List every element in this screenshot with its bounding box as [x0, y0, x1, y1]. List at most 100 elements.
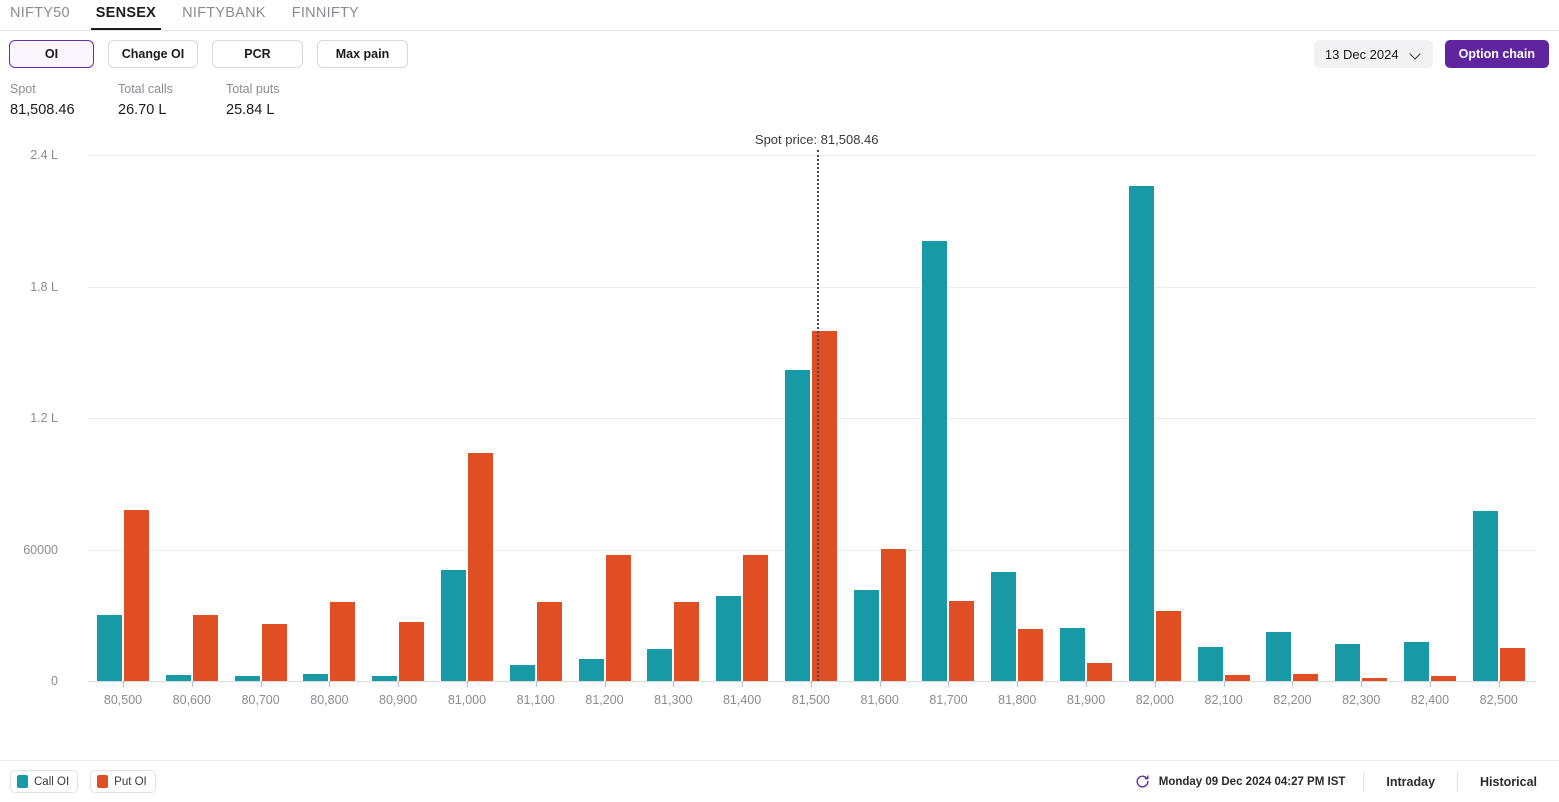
- mode-intraday[interactable]: Intraday: [1363, 771, 1457, 792]
- y-axis-tick-label: 60000: [23, 542, 58, 557]
- y-axis-tick-label: 1.8 L: [30, 279, 58, 294]
- metric-button-pcr[interactable]: PCR: [212, 40, 303, 68]
- bar-put-oi[interactable]: [192, 615, 218, 681]
- x-axis-tick: [1154, 681, 1156, 687]
- stat-total-calls: Total calls 26.70 L: [118, 81, 226, 120]
- chevron-down-icon: [1411, 49, 1422, 60]
- metric-button-max-pain[interactable]: Max pain: [317, 40, 408, 68]
- bar-put-oi[interactable]: [261, 624, 287, 681]
- bar-put-oi[interactable]: [330, 602, 356, 681]
- bar-put-oi[interactable]: [536, 602, 562, 681]
- y-axis-tick-label: 1.2 L: [30, 411, 58, 425]
- bar-call-oi[interactable]: [1266, 631, 1292, 681]
- x-axis-tick-label: 80,700: [241, 693, 280, 707]
- x-axis-tick: [329, 681, 331, 687]
- x-axis-tick-label: 82,300: [1342, 693, 1381, 707]
- legend-color-swatch: [17, 775, 28, 788]
- x-axis-tick-label: 81,900: [1066, 693, 1106, 707]
- bar-put-oi[interactable]: [467, 453, 493, 681]
- chart-footer: Call OI Put OI Monday 09 Dec 2024 04:27 P…: [0, 760, 1559, 802]
- bar-call-oi[interactable]: [234, 675, 260, 681]
- bar-call-oi[interactable]: [1335, 643, 1361, 681]
- legend-item-call-oi[interactable]: Call OI: [10, 770, 79, 793]
- bar-put-oi[interactable]: [674, 602, 700, 681]
- option-chain-oi-page: NIFTY50 SENSEX NIFTYBANK FINNIFTY OI Change …: [0, 0, 1559, 802]
- x-axis-tick: [810, 681, 812, 687]
- refresh-icon[interactable]: [1135, 774, 1150, 789]
- bar-put-oi[interactable]: [811, 331, 837, 681]
- x-axis-tick-label: 80,900: [379, 693, 418, 707]
- bar-put-oi[interactable]: [1087, 663, 1113, 681]
- x-axis-tick: [1086, 681, 1088, 687]
- x-axis-tick: [1292, 681, 1294, 687]
- option-chain-button[interactable]: Option chain: [1444, 40, 1549, 68]
- bar-put-oi[interactable]: [124, 510, 149, 681]
- stat-value: 25.84 L: [226, 102, 275, 118]
- bar-put-oi[interactable]: [1499, 648, 1525, 681]
- x-axis-tick: [535, 681, 537, 687]
- tab-finnifty[interactable]: FINNIFTY: [279, 0, 372, 29]
- tab-niftybank[interactable]: NIFTYBANK: [169, 0, 279, 29]
- bar-call-oi[interactable]: [1403, 642, 1429, 681]
- tab-nifty50[interactable]: NIFTY50: [0, 0, 83, 29]
- last-updated-timestamp: Monday 09 Dec 2024 04:27 PM IST: [1158, 775, 1346, 788]
- bar-call-oi[interactable]: [1197, 647, 1223, 681]
- bar-put-oi[interactable]: [1155, 611, 1181, 681]
- bar-put-oi[interactable]: [1430, 676, 1456, 681]
- stat-label: Total calls: [118, 82, 173, 96]
- x-axis-tick-label: 82,100: [1204, 693, 1243, 707]
- x-axis-tick-label: 80,800: [310, 693, 349, 707]
- bar-put-oi[interactable]: [1362, 677, 1388, 681]
- x-axis-tick: [948, 681, 950, 687]
- metric-button-oi[interactable]: OI: [9, 40, 94, 68]
- bar-put-oi[interactable]: [605, 554, 631, 681]
- bar-put-oi[interactable]: [1018, 628, 1044, 681]
- tab-sensex[interactable]: SENSEX: [83, 0, 169, 30]
- bar-put-oi[interactable]: [743, 554, 769, 681]
- bar-call-oi[interactable]: [509, 665, 535, 681]
- spot-price-line: [816, 150, 819, 681]
- bar-put-oi[interactable]: [1224, 675, 1250, 681]
- bar-call-oi[interactable]: [1472, 510, 1498, 681]
- bar-put-oi[interactable]: [949, 601, 975, 681]
- stat-total-puts: Total puts 25.84 L: [226, 81, 334, 120]
- bar-call-oi[interactable]: [922, 241, 948, 681]
- footer-right: Monday 09 Dec 2024 04:27 PM IST Intraday…: [1135, 761, 1559, 802]
- stat-label: Total puts: [226, 82, 280, 96]
- metric-button-change-oi[interactable]: Change OI: [108, 40, 198, 68]
- x-axis-tick-label: 81,000: [447, 693, 487, 707]
- y-axis-tick-label: 0: [51, 674, 58, 688]
- mode-historical[interactable]: Historical: [1457, 771, 1549, 792]
- bar-call-oi[interactable]: [372, 675, 398, 681]
- bar-call-oi[interactable]: [303, 674, 329, 681]
- chart-gridline: [88, 155, 1536, 156]
- x-axis-tick-label: 82,200: [1273, 693, 1312, 707]
- bar-call-oi[interactable]: [784, 370, 810, 681]
- chart-plot-area: 0 60000 1.2 L 1.8 L 2.4 L 80,500 80,600 80,700 8…: [23, 132, 1536, 711]
- bar-call-oi[interactable]: [1060, 627, 1086, 681]
- bar-call-oi[interactable]: [716, 595, 742, 681]
- expiry-date-picker[interactable]: 13 Dec 2024: [1313, 40, 1433, 68]
- bar-call-oi[interactable]: [97, 615, 122, 681]
- x-axis-tick-label: 82,400: [1410, 693, 1450, 707]
- bar-call-oi[interactable]: [647, 649, 673, 681]
- chart-legend: Call OI Put OI: [0, 770, 156, 793]
- bar-put-oi[interactable]: [1293, 674, 1319, 681]
- index-tabs: NIFTY50 SENSEX NIFTYBANK FINNIFTY: [0, 0, 1559, 31]
- bar-call-oi[interactable]: [165, 675, 191, 681]
- x-axis-tick-label: 80,500: [103, 693, 143, 707]
- x-axis-tick-label: 81,200: [585, 693, 624, 707]
- bar-call-oi[interactable]: [1128, 185, 1154, 681]
- bar-call-oi[interactable]: [853, 590, 879, 681]
- bar-put-oi[interactable]: [880, 548, 906, 681]
- bar-call-oi[interactable]: [991, 571, 1017, 681]
- legend-label: Put OI: [114, 775, 147, 788]
- oi-bar-chart: 0 60000 1.2 L 1.8 L 2.4 L 80,500 80,600 80,700 8…: [0, 130, 1559, 720]
- x-axis-tick: [1361, 681, 1363, 687]
- legend-color-swatch: [97, 775, 109, 788]
- legend-item-put-oi[interactable]: Put OI: [90, 770, 156, 793]
- bar-put-oi[interactable]: [399, 621, 425, 681]
- x-axis-tick: [673, 681, 675, 687]
- bar-call-oi[interactable]: [578, 659, 604, 681]
- bar-call-oi[interactable]: [440, 570, 466, 681]
